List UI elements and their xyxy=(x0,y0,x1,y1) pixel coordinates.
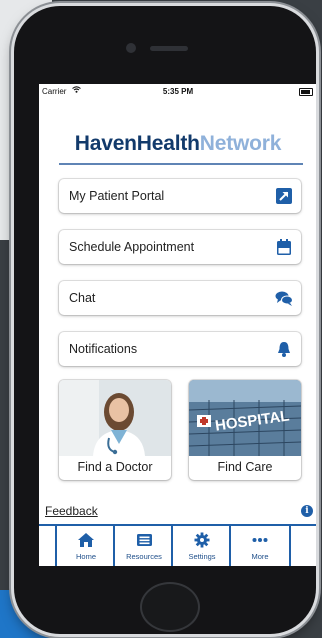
status-time: 5:35 PM xyxy=(162,87,194,96)
tab-settings-label: Settings xyxy=(188,552,216,561)
battery-icon xyxy=(299,88,313,96)
earpiece-speaker xyxy=(150,46,188,51)
app-logo: HavenHealthNetwork xyxy=(39,132,316,156)
front-camera xyxy=(126,43,136,53)
find-care-label: Find Care xyxy=(217,460,273,474)
feedback-link[interactable]: Feedback xyxy=(45,504,98,518)
home-icon xyxy=(78,533,94,547)
logo-word-haven: Haven xyxy=(74,132,137,155)
find-care-card[interactable]: HOSPITAL Find Care xyxy=(189,380,301,480)
tab-more-label: More xyxy=(251,552,269,561)
logo-word-network: Network xyxy=(199,132,282,155)
bell-icon xyxy=(278,342,290,357)
newspaper-icon xyxy=(137,534,152,546)
doctor-photo xyxy=(59,380,171,456)
tab-home-label: Home xyxy=(75,552,96,561)
phone-frame: Carrier 5:35 PM HavenHealthNetwork My Pa… xyxy=(14,6,316,634)
patient-portal-label: My Patient Portal xyxy=(69,189,165,203)
logo-divider xyxy=(59,163,303,165)
patient-portal-button[interactable]: My Patient Portal xyxy=(59,179,301,213)
more-dots-icon xyxy=(252,538,268,542)
schedule-appointment-label: Schedule Appointment xyxy=(69,240,195,254)
gear-icon xyxy=(194,532,210,548)
tab-home[interactable]: Home xyxy=(55,526,115,566)
app-screen: Carrier 5:35 PM HavenHealthNetwork My Pa… xyxy=(39,84,316,566)
notifications-button[interactable]: Notifications xyxy=(59,332,301,366)
find-doctor-label: Find a Doctor xyxy=(77,460,153,474)
hospital-photo: HOSPITAL xyxy=(189,380,301,456)
chat-label: Chat xyxy=(69,291,96,305)
tab-resources[interactable]: Resources xyxy=(113,526,173,566)
chat-bubbles-icon xyxy=(275,291,293,306)
info-icon[interactable]: i xyxy=(301,505,313,517)
home-button[interactable] xyxy=(140,582,200,632)
tab-resources-label: Resources xyxy=(126,552,162,561)
status-bar: Carrier 5:35 PM xyxy=(39,84,316,98)
tab-settings[interactable]: Settings xyxy=(171,526,231,566)
notifications-label: Notifications xyxy=(69,342,138,356)
chat-button[interactable]: Chat xyxy=(59,281,301,315)
calendar-icon xyxy=(277,239,291,255)
logo-word-health: Health xyxy=(136,132,200,155)
find-doctor-card[interactable]: Find a Doctor xyxy=(59,380,171,480)
external-link-icon xyxy=(276,188,292,204)
tab-more[interactable]: More xyxy=(229,526,291,566)
schedule-appointment-button[interactable]: Schedule Appointment xyxy=(59,230,301,264)
bottom-tab-bar: Home Resources Settings More xyxy=(39,524,316,566)
